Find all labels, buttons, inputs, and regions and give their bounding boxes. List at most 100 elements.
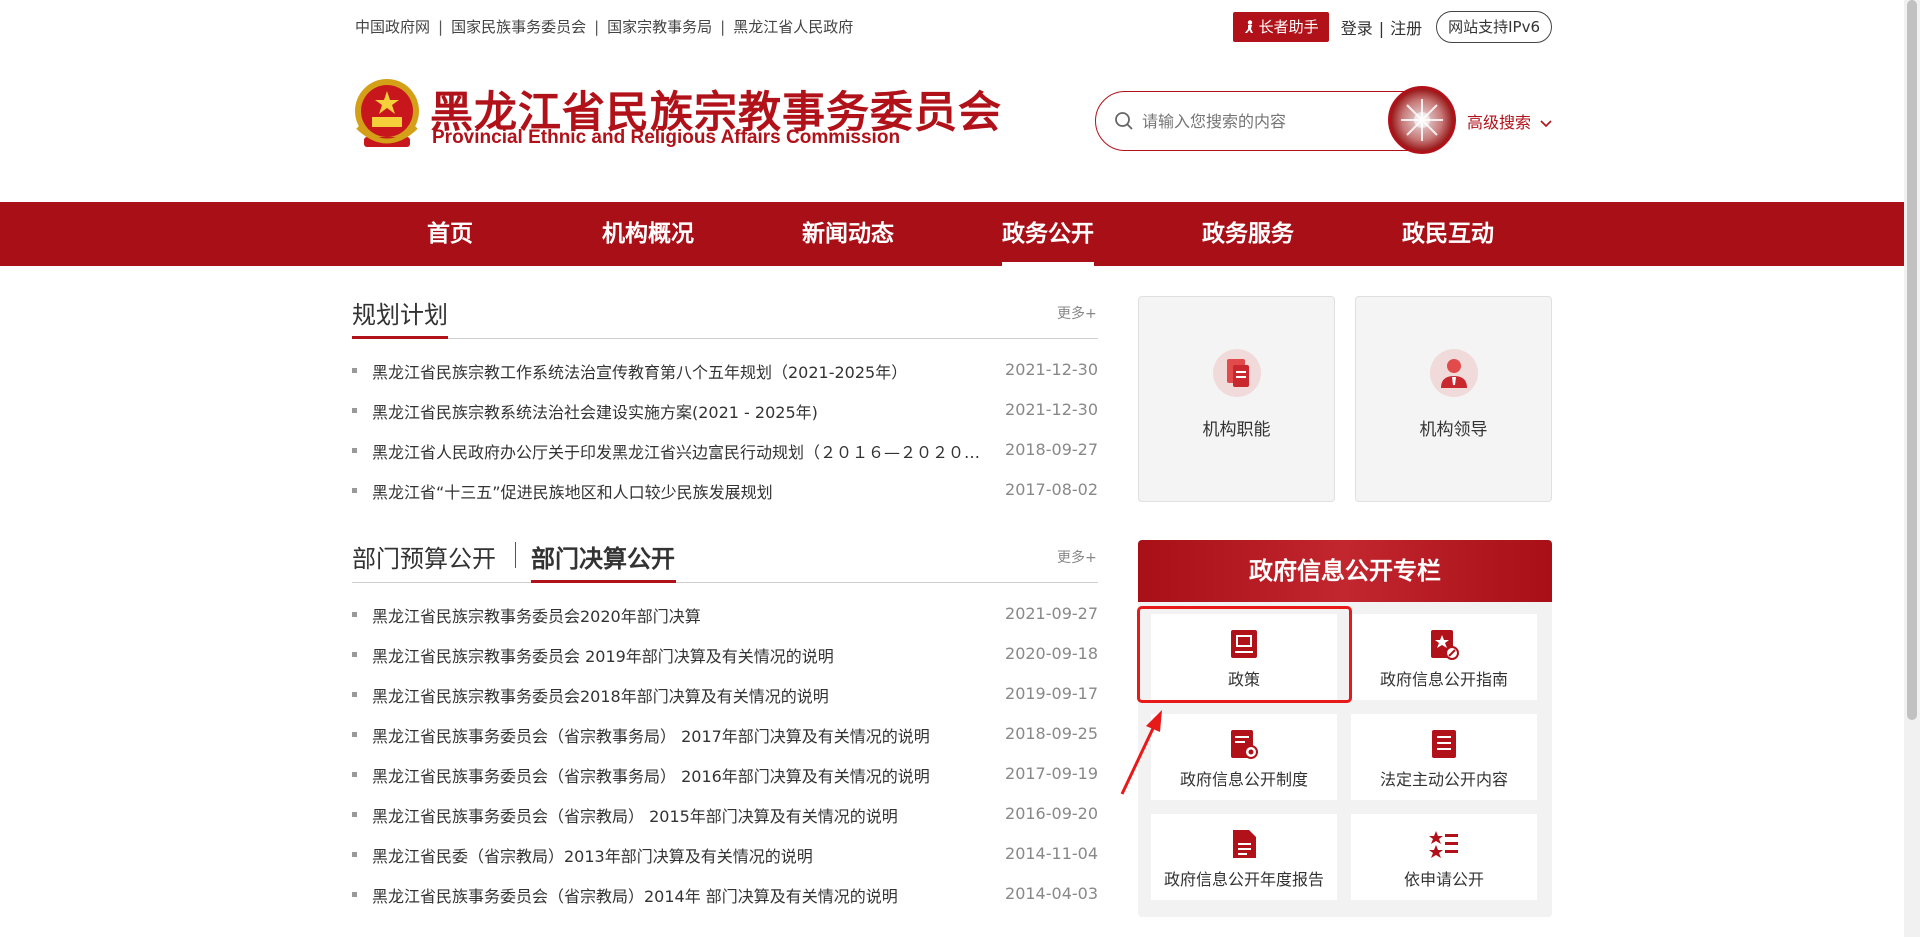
separator: | — [438, 18, 444, 36]
list-item-date: 2016-09-20 — [1005, 804, 1098, 823]
separator: | — [720, 18, 726, 36]
nav-organization[interactable]: 机构概况 — [602, 202, 694, 266]
nav-government-affairs[interactable]: 政务公开 — [1002, 202, 1094, 266]
tile-label: 依申请公开 — [1403, 870, 1484, 889]
list-item-title[interactable]: 黑龙江省民族宗教工作系统法治宣传教育第八个五年规划（2021-2025年） — [372, 359, 994, 383]
list-item-title[interactable]: 黑龙江省人民政府办公厅关于印发黑龙江省兴边富民行动规划（２０１６—２０２０年）的… — [372, 439, 994, 463]
list-item-date: 2017-08-02 — [1005, 480, 1098, 499]
list-item[interactable]: 黑龙江省民族事务委员会（省宗教事务局） 2017年部门决算及有关情况的说明 201… — [352, 721, 1098, 747]
tile-statutory-disclosure[interactable]: 法定主动公开内容 — [1351, 714, 1537, 800]
list-item-date: 2018-09-27 — [1005, 440, 1098, 459]
list-item[interactable]: 黑龙江省民族宗教系统法治社会建设实施方案(2021 - 2025年) 2021-1… — [352, 397, 1098, 423]
bullet — [352, 852, 357, 857]
report-icon — [1233, 830, 1256, 858]
list-item[interactable]: 黑龙江省民族宗教事务委员会2020年部门决算 2021-09-27 — [352, 601, 1098, 627]
tab-final-accounts-disclosure[interactable]: 部门决算公开 — [531, 539, 675, 574]
list-item[interactable]: 黑龙江省民族事务委员会（省宗教事务局） 2016年部门决算及有关情况的说明 201… — [352, 761, 1098, 787]
tile-disclosure-system[interactable]: 政府信息公开制度 — [1151, 714, 1337, 800]
list-item-date: 2019-09-17 — [1005, 684, 1098, 703]
list-item-title[interactable]: 黑龙江省民族宗教事务委员会 2019年部门决算及有关情况的说明 — [372, 643, 994, 667]
list-item[interactable]: 黑龙江省“十三五”促进民族地区和人口较少民族发展规划 2017-08-02 — [352, 477, 1098, 503]
search-emblem-icon[interactable] — [1388, 86, 1456, 154]
tile-disclosure-guide[interactable]: 政府信息公开指南 — [1351, 614, 1537, 700]
separator: | — [1378, 19, 1385, 38]
login-link[interactable]: 登录 — [1341, 19, 1373, 38]
top-link-gov[interactable]: 中国政府网 — [355, 18, 430, 36]
bullet — [352, 408, 357, 413]
bullet — [352, 772, 357, 777]
nav-services[interactable]: 政务服务 — [1202, 202, 1294, 266]
card-institution-functions[interactable]: 机构职能 — [1138, 296, 1335, 502]
list-doc-icon — [1432, 730, 1456, 758]
pointer-arrow-icon — [1120, 710, 1162, 795]
list-item[interactable]: 黑龙江省民族宗教事务委员会 2019年部门决算及有关情况的说明 2020-09-1… — [352, 641, 1098, 667]
highlight-box — [1137, 606, 1352, 703]
chevron-down-icon — [1540, 120, 1552, 128]
card-label: 机构职能 — [1202, 420, 1271, 440]
tab-separator — [515, 542, 516, 568]
list-item-title[interactable]: 黑龙江省民族宗教事务委员会2018年部门决算及有关情况的说明 — [372, 683, 994, 707]
nav-home[interactable]: 首页 — [427, 202, 473, 266]
list-item-date: 2014-04-03 — [1005, 884, 1098, 903]
tile-annual-report[interactable]: 政府信息公开年度报告 — [1151, 814, 1337, 900]
page-scrollbar[interactable] — [1904, 0, 1920, 937]
list-item-title[interactable]: 黑龙江省民族宗教系统法治社会建设实施方案(2021 - 2025年) — [372, 399, 994, 423]
person-icon — [1430, 349, 1478, 397]
advanced-search-label: 高级搜索 — [1467, 113, 1532, 132]
national-emblem-icon — [355, 79, 419, 147]
tile-on-request-disclosure[interactable]: 依申请公开 — [1351, 814, 1537, 900]
nav-news[interactable]: 新闻动态 — [802, 202, 894, 266]
elder-icon — [1244, 20, 1253, 33]
list-item-date: 2021-12-30 — [1005, 360, 1098, 379]
bullet — [352, 448, 357, 453]
bullet — [352, 692, 357, 697]
scrollbar-thumb[interactable] — [1907, 0, 1917, 720]
card-institution-leaders[interactable]: 机构领导 — [1355, 296, 1552, 502]
top-link-province[interactable]: 黑龙江省人民政府 — [733, 18, 853, 36]
list-item-title[interactable]: 黑龙江省“十三五”促进民族地区和人口较少民族发展规划 — [372, 479, 994, 503]
list-item-title[interactable]: 黑龙江省民族事务委员会（省宗教局）2014年 部门决算及有关情况的说明 — [372, 883, 994, 907]
list-item-title[interactable]: 黑龙江省民族事务委员会（省宗教事务局） 2017年部门决算及有关情况的说明 — [372, 723, 994, 747]
list-item-title[interactable]: 黑龙江省民族事务委员会（省宗教事务局） 2016年部门决算及有关情况的说明 — [372, 763, 994, 787]
list-item-title[interactable]: 黑龙江省民族宗教事务委员会2020年部门决算 — [372, 603, 994, 627]
elder-assistant-label: 长者助手 — [1258, 18, 1319, 36]
bullet — [352, 812, 357, 817]
top-link-ethnic[interactable]: 国家民族事务委员会 — [451, 18, 586, 36]
bullet — [352, 732, 357, 737]
budget-more-link[interactable]: 更多+ — [1057, 547, 1097, 567]
list-item-title[interactable]: 黑龙江省民委（省宗教局）2013年部门决算及有关情况的说明 — [372, 843, 994, 867]
site-logo-subtitle: Provincial Ethnic and Religious Affairs … — [432, 127, 901, 148]
ipv6-badge[interactable]: 网站支持IPv6 — [1436, 11, 1552, 43]
list-item-date: 2021-09-27 — [1005, 604, 1098, 623]
list-item-date: 2018-09-25 — [1005, 724, 1098, 743]
top-links: 中国政府网 | 国家民族事务委员会 | 国家宗教事务局 | 黑龙江省人民政府 — [355, 16, 853, 37]
account-links: 登录 | 注册 — [1341, 15, 1422, 39]
list-item[interactable]: 黑龙江省民族宗教工作系统法治宣传教育第八个五年规划（2021-2025年） 202… — [352, 357, 1098, 383]
budget-divider — [352, 582, 1098, 583]
separator: | — [594, 18, 600, 36]
tab-budget-disclosure[interactable]: 部门预算公开 — [352, 539, 496, 574]
bullet — [352, 612, 357, 617]
list-item-title[interactable]: 黑龙江省民族事务委员会（省宗教局） 2015年部门决算及有关情况的说明 — [372, 803, 994, 827]
tile-label: 法定主动公开内容 — [1379, 770, 1508, 789]
nav-interaction[interactable]: 政民互动 — [1402, 202, 1494, 266]
search-icon[interactable] — [1114, 111, 1134, 131]
list-item[interactable]: 黑龙江省人民政府办公厅关于印发黑龙江省兴边富民行动规划（２０１６—２０２０年）的… — [352, 437, 1098, 463]
top-link-religion[interactable]: 国家宗教事务局 — [607, 18, 712, 36]
search-input[interactable] — [1142, 111, 1372, 131]
gov-info-panel: 政府信息公开专栏 政策 政府信息公开指南 政府信息公开制度 法定主动公开内容 政… — [1138, 540, 1552, 917]
bullet — [352, 488, 357, 493]
list-item[interactable]: 黑龙江省民族事务委员会（省宗教局）2014年 部门决算及有关情况的说明 2014-… — [352, 881, 1098, 907]
list-item-date: 2020-09-18 — [1005, 644, 1098, 663]
list-item[interactable]: 黑龙江省民族事务委员会（省宗教局） 2015年部门决算及有关情况的说明 2016-… — [352, 801, 1098, 827]
certificate-icon — [1231, 730, 1258, 759]
list-item[interactable]: 黑龙江省民委（省宗教局）2013年部门决算及有关情况的说明 2014-11-04 — [352, 841, 1098, 867]
tile-label: 政府信息公开制度 — [1179, 770, 1308, 789]
planning-more-link[interactable]: 更多+ — [1057, 303, 1097, 323]
list-item[interactable]: 黑龙江省民族宗教事务委员会2018年部门决算及有关情况的说明 2019-09-17 — [352, 681, 1098, 707]
star-list-icon — [1429, 831, 1458, 858]
planning-title[interactable]: 规划计划 — [352, 295, 448, 330]
elder-assistant-button[interactable]: 长者助手 — [1232, 12, 1329, 42]
register-link[interactable]: 注册 — [1390, 19, 1422, 38]
advanced-search-link[interactable]: 高级搜索 — [1467, 109, 1552, 133]
